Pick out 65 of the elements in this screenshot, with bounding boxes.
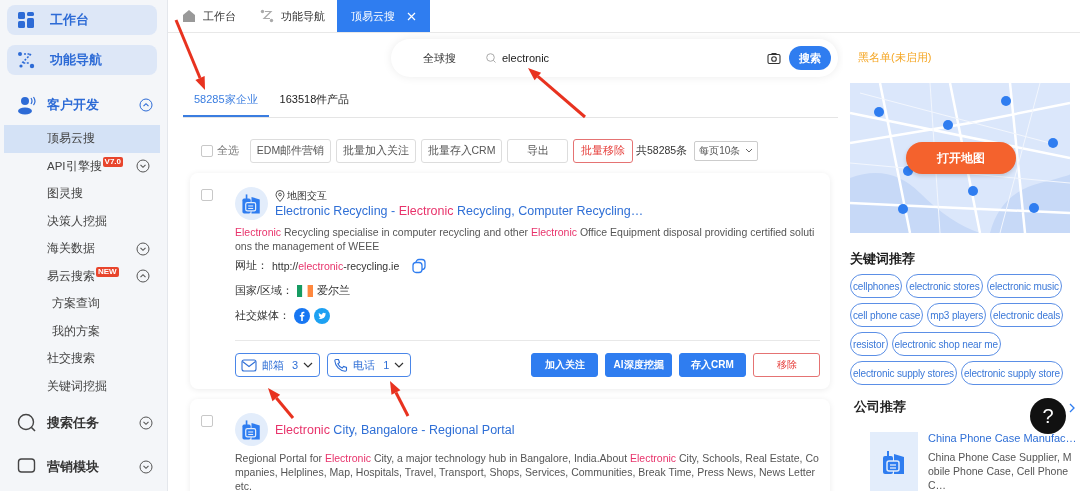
help-button[interactable]: ? xyxy=(1030,398,1066,434)
search-field[interactable]: electronic xyxy=(486,52,767,64)
nav-group[interactable]: 搜索任务 xyxy=(0,402,167,444)
version-badge: NEW xyxy=(96,266,119,277)
country-name: 爱尔兰 xyxy=(316,283,350,298)
toolbar-button[interactable]: 导出 xyxy=(507,138,568,163)
section-title: 公司推荐 xyxy=(854,399,907,416)
nav-item[interactable]: 方案查询 xyxy=(4,290,160,318)
nav-group[interactable]: 客户开发 xyxy=(0,85,167,125)
keyword-tag[interactable]: electronic supply store xyxy=(960,361,1063,385)
blacklist-status: 黑名单(未启用) xyxy=(858,49,932,65)
nav-item[interactable]: 我的方案 xyxy=(4,317,160,345)
keyword-tag[interactable]: cellphones xyxy=(850,274,903,298)
nav-item[interactable]: 易云搜索 NEW xyxy=(4,262,160,290)
company-description: Regional Portal for Electronic City, a major technology hub in Bangalore, India.About Electronic City, Schools, Real Estate, Companies, Helplines, Map, Hospitals, Travel, Transport, Shops, Services, Communities, Break Time, Press News, News Letter etc. xyxy=(235,451,820,491)
phone-dropdown[interactable]: 电话 1 xyxy=(327,353,412,377)
action-button[interactable]: 加入关注 xyxy=(531,353,598,377)
version-badge: V7.0 xyxy=(102,156,123,167)
total-count: 共58285条 xyxy=(636,143,688,158)
open-map-button[interactable]: 打开地图 xyxy=(906,142,1016,174)
scope-selector[interactable]: 全球搜 xyxy=(423,50,456,66)
keyword-tag[interactable]: electronic stores xyxy=(906,274,983,298)
action-button[interactable]: 移除 xyxy=(753,353,820,377)
checkbox-label: 全选 xyxy=(217,143,239,158)
keyword-tag[interactable]: mp3 players xyxy=(927,303,987,327)
field-label: 网址： xyxy=(235,258,268,273)
field-label: 国家/区域： xyxy=(235,283,293,298)
result-tab[interactable]: 163518件产品 xyxy=(268,83,361,117)
keyword-tag[interactable]: resistor xyxy=(850,332,888,356)
nav-item[interactable]: 海关数据 xyxy=(4,235,160,263)
nav-item[interactable]: 图灵搜 xyxy=(4,180,160,208)
nav-group[interactable]: 营销模块 xyxy=(0,446,167,488)
field-label: 社交媒体： xyxy=(235,308,290,323)
company-title[interactable]: Electronic City, Bangalore - Regional Portal xyxy=(275,422,515,437)
email-dropdown[interactable]: 邮箱 3 xyxy=(235,353,321,377)
action-button[interactable]: AI深度挖掘 xyxy=(605,353,672,377)
company-title[interactable]: China Phone Case Manufac… xyxy=(928,432,1077,444)
keyword-tag[interactable]: cell phone case xyxy=(850,303,924,327)
page-size-select[interactable]: 每页10条 xyxy=(694,140,759,161)
toolbar-button[interactable]: 批量存入CRM xyxy=(421,138,502,163)
search-button[interactable]: 搜索 xyxy=(789,46,831,70)
company-title[interactable]: Electronic Recycling - Electronic Recycling, Computer Recycling… xyxy=(275,204,644,218)
toolbar-button[interactable]: 批量加入关注 xyxy=(336,138,416,163)
map-link[interactable]: 地图交互 xyxy=(275,189,644,203)
nav-item[interactable]: API引擎搜 V7.0 xyxy=(4,152,160,180)
nav-item[interactable]: 决策人挖掘 xyxy=(4,207,160,235)
nav-item[interactable]: 功能导航 xyxy=(7,45,157,75)
nav-item[interactable]: 工作台 xyxy=(7,5,157,35)
company-description: Electronic Recycling specialise in computer recycling and other Electronic Office Equipment disposal providing certified solutions the management of WEEE xyxy=(235,225,816,253)
keyword-tag[interactable]: electronic shop near me xyxy=(891,332,1001,356)
nav-item[interactable]: 社交搜索 xyxy=(4,345,160,373)
page-tab[interactable]: 功能导航 xyxy=(248,0,337,32)
nav-item[interactable]: 顶易云搜 xyxy=(4,125,160,153)
website-link[interactable]: http://electronic-recycling.ie xyxy=(272,259,400,272)
page-tab[interactable]: 工作台 xyxy=(170,0,248,32)
keyword-tag[interactable]: electronic music xyxy=(986,274,1062,298)
nav-item[interactable]: 关键词挖掘 xyxy=(4,372,160,400)
company-description: China Phone Case Supplier, Mobile Phone Case, Cell Phone C… xyxy=(928,450,1073,491)
section-title: 关键词推荐 xyxy=(850,251,916,268)
toolbar-button[interactable]: 批量移除 xyxy=(573,138,633,163)
keyword-tag[interactable]: electronic supply stores xyxy=(850,361,957,385)
page-tab[interactable]: 顶易云搜 xyxy=(337,0,430,32)
keyword-tag[interactable]: electronic deals xyxy=(990,303,1064,327)
toolbar-button[interactable]: EDM邮件营销 xyxy=(250,138,331,163)
action-button[interactable]: 存入CRM xyxy=(679,353,746,377)
